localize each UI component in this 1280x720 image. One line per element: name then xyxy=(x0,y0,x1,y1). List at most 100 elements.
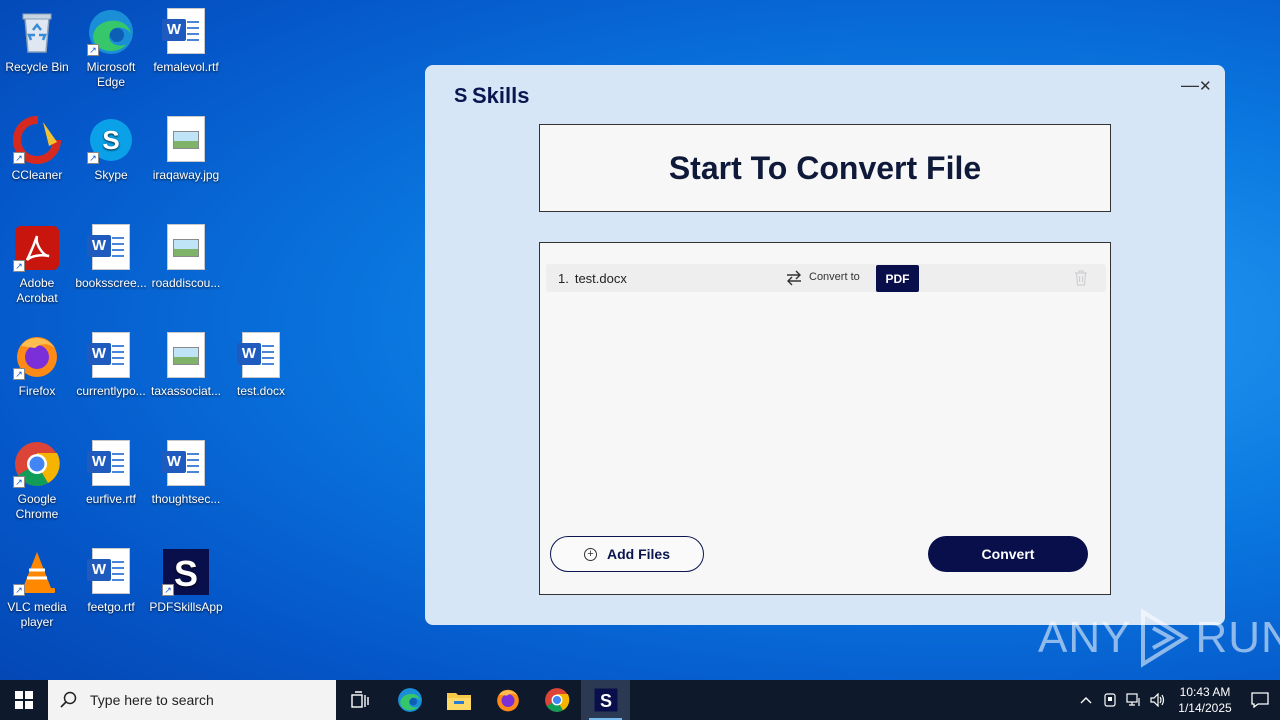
start-button[interactable] xyxy=(0,680,48,720)
page-title: Start To Convert File xyxy=(668,149,982,186)
desktop-icon-roaddiscou[interactable]: roaddiscou... xyxy=(148,224,224,291)
format-select[interactable]: PDF xyxy=(876,265,919,292)
desktop-icon-currentlypo[interactable]: W currentlypo... xyxy=(73,332,149,399)
desktop-icon-adobe-acrobat[interactable]: ↗ Adobe Acrobat xyxy=(0,224,75,306)
desktop-icon-booksscree[interactable]: W booksscree... xyxy=(73,224,149,291)
desktop-icon-google-chrome[interactable]: ↗ Google Chrome xyxy=(0,440,75,522)
title-panel: Start To Convert File xyxy=(539,124,1111,212)
file-index: 1. xyxy=(558,270,569,286)
desktop-icon-label: iraqaway.jpg xyxy=(152,168,220,182)
image-file-icon xyxy=(167,332,205,378)
desktop-icon-label: femalevol.rtf xyxy=(153,60,219,74)
desktop-icon-iraqaway[interactable]: iraqaway.jpg xyxy=(148,116,224,183)
pdfskills-icon: S xyxy=(594,688,617,712)
chrome-icon: ↗ xyxy=(13,440,61,488)
desktop-icon-test-docx[interactable]: W test.docx xyxy=(223,332,299,399)
pdfskills-icon: S ↗ xyxy=(162,548,210,596)
shortcut-arrow-icon: ↗ xyxy=(13,584,25,596)
taskbar-search[interactable]: Type here to search xyxy=(48,680,336,720)
recycle-bin-icon xyxy=(13,8,61,56)
convert-to-label: Convert to xyxy=(809,271,860,283)
add-files-label: Add Files xyxy=(606,546,670,562)
search-placeholder: Type here to search xyxy=(90,692,214,708)
desktop-icon-label: feetgo.rtf xyxy=(87,600,135,614)
add-files-button[interactable]: + Add Files xyxy=(550,536,704,572)
tray-chevron-up-icon[interactable] xyxy=(1074,680,1098,720)
skype-icon: S ↗ xyxy=(87,116,135,164)
notification-center-button[interactable] xyxy=(1240,680,1280,720)
desktop-icon-label: thoughtsec... xyxy=(151,492,221,506)
watermark-right: RUN xyxy=(1195,613,1280,662)
taskbar: Type here to search S 10:43 AM 1/14/2025 xyxy=(0,680,1280,720)
trash-icon[interactable] xyxy=(1074,270,1088,286)
system-tray: 10:43 AM 1/14/2025 xyxy=(1074,680,1280,720)
desktop-icon-thoughtsec[interactable]: W thoughtsec... xyxy=(148,440,224,507)
desktop-icon-label: Microsoft Edge xyxy=(86,60,136,89)
task-view-icon xyxy=(350,691,369,708)
desktop-icon-pdfskillsapp[interactable]: S ↗ PDFSkillsApp xyxy=(148,548,224,615)
shortcut-arrow-icon: ↗ xyxy=(87,44,99,56)
clock-time: 10:43 AM xyxy=(1179,685,1231,699)
network-icon[interactable] xyxy=(1122,680,1146,720)
desktop-icon-feetgo[interactable]: W feetgo.rtf xyxy=(73,548,149,615)
volume-icon[interactable] xyxy=(1146,680,1170,720)
taskbar-edge[interactable] xyxy=(385,680,434,720)
desktop-icon-ccleaner[interactable]: ↗ CCleaner xyxy=(0,116,75,183)
desktop-icon-microsoft-edge[interactable]: ↗ Microsoft Edge xyxy=(73,8,149,90)
desktop-icon-label: Recycle Bin xyxy=(5,60,69,74)
file-list-panel: 1. test.docx Convert to PDF + Add Files … xyxy=(539,242,1111,595)
firefox-icon: ↗ xyxy=(13,332,61,380)
desktop-icon-label: roaddiscou... xyxy=(151,276,221,290)
skills-logo-icon: S xyxy=(454,85,468,107)
firefox-icon xyxy=(496,689,519,712)
desktop-icon-firefox[interactable]: ↗ Firefox xyxy=(0,332,75,399)
desktop-icon-label: taxassociat... xyxy=(150,384,222,398)
tray-device-icon[interactable] xyxy=(1098,680,1122,720)
shortcut-arrow-icon: ↗ xyxy=(13,476,25,488)
watermark-left: ANY xyxy=(1038,613,1132,662)
desktop-icon-label: booksscree... xyxy=(75,276,147,290)
file-name: test.docx xyxy=(574,270,627,286)
word-doc-icon: W xyxy=(87,224,130,270)
file-explorer-icon xyxy=(446,693,471,710)
taskbar-file-explorer[interactable] xyxy=(434,680,483,720)
desktop-icon-skype[interactable]: S ↗ Skype xyxy=(73,116,149,183)
taskbar-clock[interactable]: 10:43 AM 1/14/2025 xyxy=(1170,684,1240,716)
edge-icon: ↗ xyxy=(87,8,135,56)
search-icon xyxy=(60,691,77,708)
app-window: S Skills — ✕ Start To Convert File 1. te… xyxy=(425,65,1225,625)
shortcut-arrow-icon: ↗ xyxy=(87,152,99,164)
shortcut-arrow-icon: ↗ xyxy=(162,584,174,596)
taskbar-chrome[interactable] xyxy=(532,680,581,720)
desktop-icon-taxassociat[interactable]: taxassociat... xyxy=(148,332,224,399)
convert-button[interactable]: Convert xyxy=(928,536,1088,572)
notification-icon xyxy=(1251,692,1269,708)
desktop-icon-label: CCleaner xyxy=(11,168,63,182)
file-row: 1. test.docx Convert to PDF xyxy=(546,264,1106,292)
desktop-icon-label: test.docx xyxy=(236,384,286,398)
plus-circle-icon: + xyxy=(583,547,597,561)
minimize-button[interactable]: — xyxy=(1181,75,1199,96)
taskbar-firefox[interactable] xyxy=(483,680,532,720)
desktop-icon-femalevol[interactable]: W femalevol.rtf xyxy=(148,8,224,75)
svg-text:S: S xyxy=(174,553,198,594)
desktop-icon-recycle-bin[interactable]: Recycle Bin xyxy=(0,8,75,75)
desktop-icon-vlc[interactable]: ↗ VLC media player xyxy=(0,548,75,630)
desktop-icon-eurfive[interactable]: W eurfive.rtf xyxy=(73,440,149,507)
taskbar-pdfskills[interactable]: S xyxy=(581,680,630,720)
close-button[interactable]: ✕ xyxy=(1199,77,1212,95)
swap-arrows-icon xyxy=(787,270,801,286)
desktop-icon-label: Skype xyxy=(94,168,128,182)
vlc-icon: ↗ xyxy=(13,548,61,596)
desktop-icon-label: PDFSkillsApp xyxy=(149,600,223,614)
convert-label: Convert xyxy=(981,546,1035,562)
desktop-icon-label: currentlypo... xyxy=(76,384,146,398)
windows-logo-icon xyxy=(15,691,33,709)
desktop-icon-label: Adobe Acrobat xyxy=(16,276,58,305)
task-view-button[interactable] xyxy=(336,680,385,720)
clock-date: 1/14/2025 xyxy=(1178,701,1232,715)
svg-text:S: S xyxy=(599,691,611,711)
anyrun-watermark: ANY RUN xyxy=(1038,608,1280,668)
word-doc-icon: W xyxy=(162,8,205,54)
desktop-icon-label: VLC media player xyxy=(7,600,67,629)
